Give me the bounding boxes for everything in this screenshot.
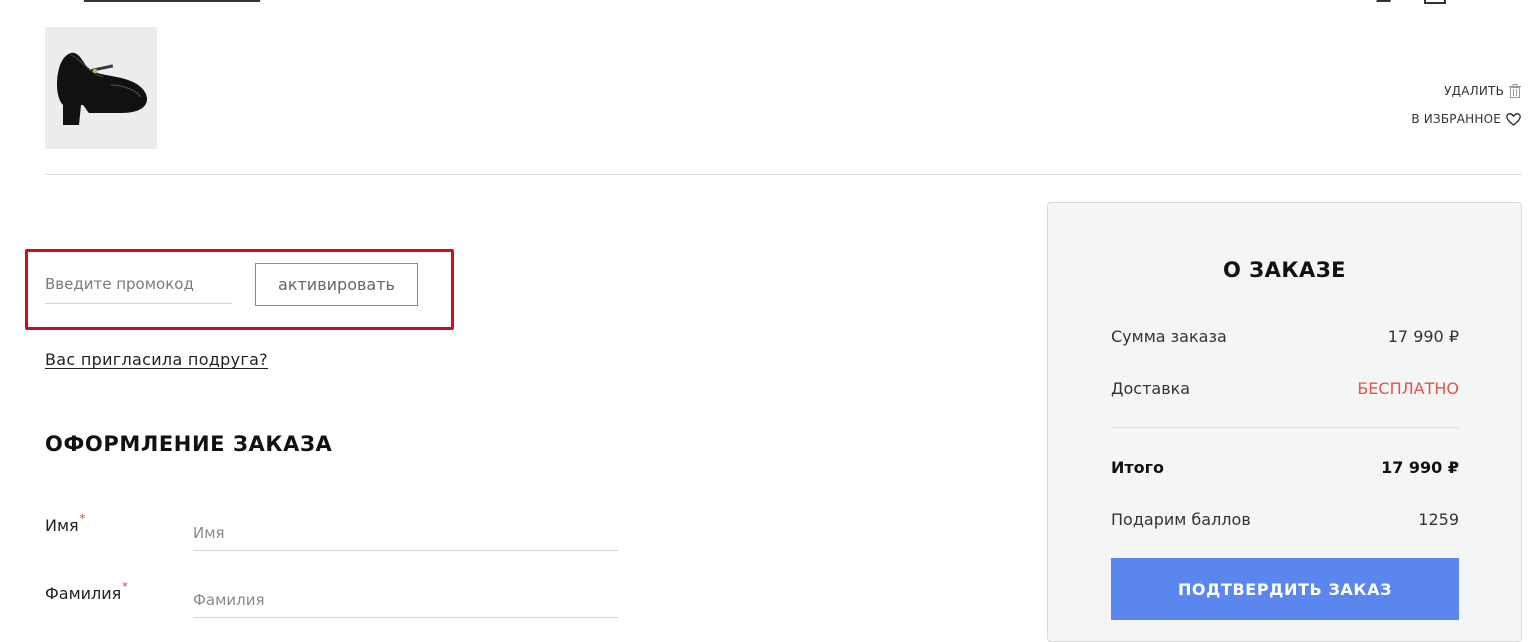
order-sum-value: 17 990 ₽ [1387, 327, 1459, 346]
total-value: 17 990 ₽ [1381, 458, 1459, 477]
bonus-row: Подарим баллов 1259 [1111, 510, 1459, 529]
shoe-icon [57, 52, 147, 125]
first-name-input[interactable] [193, 515, 618, 551]
check-icon[interactable] [1376, 0, 1394, 2]
favorite-label: В ИЗБРАННОЕ [1411, 112, 1501, 126]
remove-item-button[interactable]: УДАЛИТЬ [1411, 82, 1521, 100]
confirm-order-button[interactable]: ПОДТВЕРДИТЬ ЗАКАЗ [1111, 558, 1459, 620]
total-label: Итого [1111, 458, 1165, 477]
trash-icon [1509, 84, 1521, 98]
order-sum-label: Сумма заказа [1111, 327, 1227, 346]
invited-by-friend-link[interactable]: Вас пригласила подруга? [45, 350, 268, 369]
top-link[interactable] [84, 0, 260, 2]
delivery-row: Доставка БЕСПЛАТНО [1111, 379, 1459, 398]
summary-title: О ЗАКАЗЕ [1222, 258, 1347, 282]
required-mark: * [122, 580, 128, 593]
total-row: Итого 17 990 ₽ [1111, 458, 1459, 477]
bonus-label: Подарим баллов [1111, 510, 1251, 529]
order-sum-row: Сумма заказа 17 990 ₽ [1111, 327, 1459, 346]
order-summary-panel: О ЗАКАЗЕ Сумма заказа 17 990 ₽ Доставка … [1047, 202, 1522, 642]
item-actions: УДАЛИТЬ В ИЗБРАННОЕ [1411, 82, 1521, 138]
summary-divider [1111, 427, 1459, 428]
required-mark: * [79, 512, 86, 525]
cart-icon[interactable] [1424, 0, 1446, 4]
delivery-label: Доставка [1111, 379, 1191, 398]
activate-promo-button[interactable]: активировать [255, 263, 418, 306]
first-name-label: Имя* [45, 512, 86, 535]
item-divider [45, 174, 1522, 175]
last-name-label: Фамилия* [45, 580, 128, 603]
bonus-value: 1259 [1418, 510, 1459, 529]
product-image[interactable] [45, 27, 157, 149]
checkout-title: ОФОРМЛЕНИЕ ЗАКАЗА [45, 432, 333, 456]
remove-label: УДАЛИТЬ [1444, 84, 1504, 98]
heart-icon [1506, 112, 1521, 126]
add-to-favorites-button[interactable]: В ИЗБРАННОЕ [1411, 110, 1521, 128]
delivery-value: БЕСПЛАТНО [1357, 379, 1459, 398]
last-name-input[interactable] [193, 582, 618, 618]
promo-code-input[interactable] [45, 268, 232, 304]
